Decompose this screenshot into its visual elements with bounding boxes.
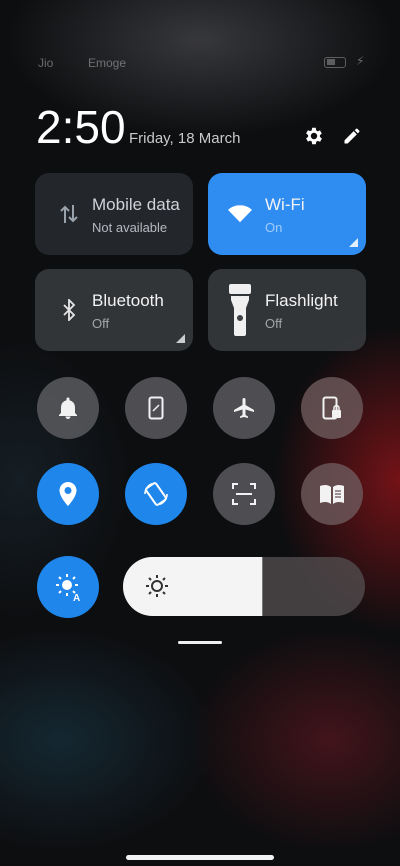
clock-time: 2:50 <box>36 101 126 153</box>
carrier-secondary-label: Emoge <box>88 56 127 70</box>
screen-lock-icon <box>322 396 341 420</box>
tile-state: Off <box>92 316 110 331</box>
tile-state: On <box>265 220 283 235</box>
clock-date: Friday, 18 March <box>129 130 241 147</box>
reading-mode-toggle[interactable] <box>301 463 363 525</box>
wifi-icon <box>228 173 252 255</box>
flashlight-tile[interactable]: Flashlight Off <box>208 269 366 351</box>
expand-corner-icon[interactable] <box>176 334 185 343</box>
airplane-toggle[interactable] <box>213 377 275 439</box>
carrier-label: Jio <box>38 56 54 70</box>
tile-label: Bluetooth <box>92 291 164 310</box>
home-gesture-bar[interactable] <box>126 855 274 860</box>
status-bar: Jio Emoge ⚡ <box>0 54 400 74</box>
auto-rotate-icon <box>144 482 168 506</box>
charging-icon: ⚡ <box>356 54 365 68</box>
bell-icon <box>59 397 77 419</box>
bluetooth-tile[interactable]: Bluetooth Off <box>35 269 193 351</box>
expand-corner-icon[interactable] <box>349 238 358 247</box>
tile-label: Flashlight <box>265 291 338 310</box>
airplane-icon <box>234 398 254 418</box>
bluetooth-icon <box>57 269 81 351</box>
mobile-data-icon <box>57 173 81 255</box>
location-icon <box>59 482 77 506</box>
tile-label: Mobile data <box>92 195 180 214</box>
panel-drag-handle[interactable] <box>178 641 222 644</box>
sound-toggle[interactable] <box>37 377 99 439</box>
reading-mode-icon <box>320 484 344 504</box>
tile-state: Not available <box>92 220 168 235</box>
scanner-icon <box>232 483 256 505</box>
scanner-toggle[interactable] <box>213 463 275 525</box>
sun-icon <box>146 575 168 597</box>
settings-gear-icon[interactable] <box>302 124 326 148</box>
location-toggle[interactable] <box>37 463 99 525</box>
svg-text:A: A <box>73 593 80 601</box>
vibrate-toggle[interactable] <box>125 377 187 439</box>
auto-rotate-toggle[interactable] <box>125 463 187 525</box>
auto-brightness-toggle[interactable]: A <box>37 556 99 618</box>
tile-label: Wi-Fi <box>265 195 305 214</box>
brightness-slider[interactable] <box>123 557 365 616</box>
wifi-tile[interactable]: Wi-Fi On <box>208 173 366 255</box>
battery-icon <box>324 57 346 68</box>
edit-pencil-icon[interactable] <box>340 124 364 148</box>
tile-state: Off <box>265 316 283 331</box>
vibrate-icon <box>148 396 164 420</box>
auto-brightness-icon: A <box>56 574 80 601</box>
screen-lock-toggle[interactable] <box>301 377 363 439</box>
mobile-data-tile[interactable]: Mobile data Not available <box>35 173 193 255</box>
flashlight-icon <box>228 269 252 351</box>
